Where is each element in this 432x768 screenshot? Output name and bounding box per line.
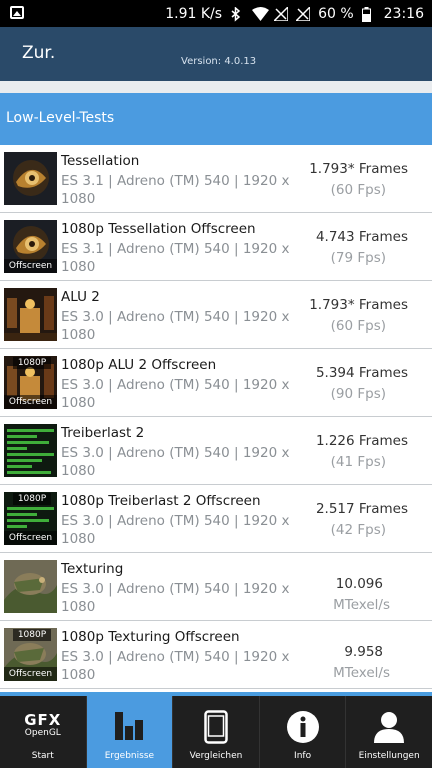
section-header: Low-Level-Tests	[0, 93, 432, 145]
bar-chart-icon	[112, 710, 146, 746]
alu2-offscreen-thumbnail: 1080P Offscreen	[4, 356, 57, 409]
divider	[0, 81, 432, 93]
alu2-thumbnail	[4, 288, 57, 341]
opengl-logo-text: OpenGL	[24, 728, 61, 738]
tab-label: Ergebnisse	[104, 751, 155, 761]
test-fps: (90 Fps)	[330, 386, 386, 402]
test-description: ES 3.0 | Adreno (TM) 540 | 1920 x 1080	[61, 581, 290, 615]
battery-percent: 60 %	[318, 6, 354, 22]
list-item[interactable]: 1080P Offscreen 1080p ALU 2 Offscreen ES…	[0, 349, 432, 417]
test-description: ES 3.1 | Adreno (TM) 540 | 1920 x 1080	[61, 173, 290, 207]
resolution-badge: 1080P	[13, 629, 51, 641]
test-name: ALU 2	[61, 289, 100, 305]
phone-icon	[204, 710, 228, 748]
tab-label: Vergleichen	[189, 751, 243, 761]
back-button[interactable]: Zur.	[22, 43, 55, 63]
test-result: 2.517 Frames	[315, 501, 408, 517]
tessellation-thumbnail	[4, 152, 57, 205]
app-header: Zur. Version: 4.0.13	[0, 27, 432, 81]
test-name: Texturing	[61, 561, 124, 577]
test-result: 10.096	[335, 576, 383, 592]
bluetooth-icon	[230, 6, 244, 22]
test-result: 4.743 Frames	[315, 229, 408, 245]
signal-off-icon	[272, 5, 289, 22]
test-fps: (60 Fps)	[330, 318, 386, 334]
version-label: Version: 4.0.13	[181, 56, 257, 67]
test-name: 1080p Tessellation Offscreen	[61, 221, 256, 237]
test-fps: (79 Fps)	[330, 250, 386, 266]
tab-settings[interactable]: Einstellungen	[346, 696, 432, 768]
texturing-thumbnail	[4, 560, 57, 613]
tessellation-offscreen-thumbnail: Offscreen	[4, 220, 57, 273]
test-description: ES 3.0 | Adreno (TM) 540 | 1920 x 1080	[61, 513, 290, 547]
test-description: ES 3.0 | Adreno (TM) 540 | 1920 x 1080	[61, 445, 290, 479]
test-description: ES 3.1 | Adreno (TM) 540 | 1920 x 1080	[61, 241, 290, 275]
status-right: 1.91 K/s 60 % 23:16	[165, 4, 424, 24]
signal-off-icon-2	[294, 5, 311, 22]
tab-results[interactable]: Ergebnisse	[86, 696, 174, 768]
test-name: Treiberlast 2	[61, 425, 145, 441]
list-item[interactable]: Treiberlast 2 ES 3.0 | Adreno (TM) 540 |…	[0, 417, 432, 485]
test-description: ES 3.0 | Adreno (TM) 540 | 1920 x 1080	[61, 649, 290, 683]
test-unit: MTexel/s	[333, 665, 390, 681]
list-item[interactable]: ALU 2 ES 3.0 | Adreno (TM) 540 | 1920 x …	[0, 281, 432, 349]
list-item[interactable]: Texturing ES 3.0 | Adreno (TM) 540 | 192…	[0, 553, 432, 621]
tab-info[interactable]: Info	[260, 696, 347, 768]
test-result: 1.793* Frames	[309, 297, 408, 313]
tab-label: Info	[294, 751, 312, 761]
list-item[interactable]: 1080P Offscreen 1080p Treiberlast 2 Offs…	[0, 485, 432, 553]
test-unit: MTexel/s	[333, 597, 390, 613]
list-item[interactable]: Tessellation ES 3.1 | Adreno (TM) 540 | …	[0, 145, 432, 213]
driver-overhead-offscreen-thumbnail: 1080P Offscreen	[4, 492, 57, 545]
clock: 23:16	[383, 6, 424, 22]
section-title: Low-Level-Tests	[6, 110, 115, 126]
texturing-offscreen-thumbnail: 1080P Offscreen	[4, 628, 57, 681]
test-result: 9.958	[344, 644, 383, 660]
test-description: ES 3.0 | Adreno (TM) 540 | 1920 x 1080	[61, 377, 290, 411]
status-bar: 1.91 K/s 60 % 23:16	[0, 0, 432, 27]
resolution-badge: 1080P	[13, 493, 51, 505]
driver-overhead-thumbnail	[4, 424, 57, 477]
resolution-badge: 1080P	[13, 357, 51, 369]
offscreen-badge: Offscreen	[4, 395, 57, 409]
tab-compare[interactable]: Vergleichen	[173, 696, 260, 768]
person-icon	[373, 710, 405, 748]
test-fps: (42 Fps)	[330, 522, 386, 538]
network-speed: 1.91 K/s	[165, 6, 223, 22]
bottom-navigation: GFX OpenGL Start Ergebnisse Vergleichen …	[0, 692, 432, 768]
test-result: 1.226 Frames	[315, 433, 408, 449]
offscreen-badge: Offscreen	[4, 259, 57, 273]
wifi-icon	[252, 7, 270, 21]
test-result: 1.793* Frames	[309, 161, 408, 177]
gfx-logo-icon: GFX OpenGL	[0, 712, 86, 738]
list-item[interactable]: 1080P Offscreen 1080p Texturing Offscree…	[0, 621, 432, 689]
test-name: 1080p Treiberlast 2 Offscreen	[61, 493, 261, 509]
gfx-logo-text: GFX	[24, 711, 62, 729]
list-item[interactable]: Offscreen 1080p Tessellation Offscreen E…	[0, 213, 432, 281]
tab-label: Start	[31, 751, 54, 761]
test-fps: (41 Fps)	[330, 454, 386, 470]
image-notification-icon	[10, 6, 24, 19]
battery-icon	[361, 7, 376, 22]
results-list: Tessellation ES 3.1 | Adreno (TM) 540 | …	[0, 145, 432, 689]
test-name: 1080p ALU 2 Offscreen	[61, 357, 217, 373]
test-name: Tessellation	[61, 153, 140, 169]
tab-start[interactable]: GFX OpenGL Start	[0, 696, 87, 768]
offscreen-badge: Offscreen	[4, 667, 57, 681]
test-name: 1080p Texturing Offscreen	[61, 629, 240, 645]
test-fps: (60 Fps)	[330, 182, 386, 198]
offscreen-badge: Offscreen	[4, 531, 57, 545]
test-description: ES 3.0 | Adreno (TM) 540 | 1920 x 1080	[61, 309, 290, 343]
info-icon	[286, 710, 320, 748]
tab-label: Einstellungen	[358, 751, 420, 761]
test-result: 5.394 Frames	[315, 365, 408, 381]
